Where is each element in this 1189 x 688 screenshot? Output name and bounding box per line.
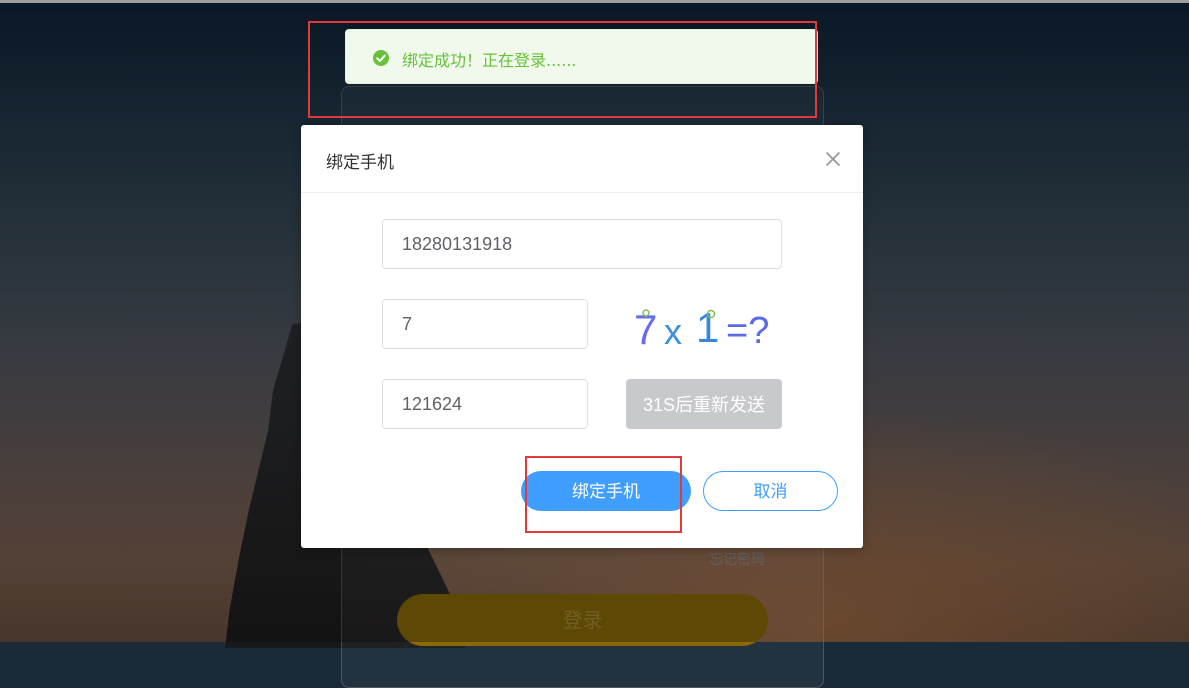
sms-code-input[interactable] — [382, 379, 588, 429]
captcha-char-7: 7 — [634, 306, 657, 353]
highlight-box-bind-button — [525, 456, 682, 533]
captcha-char-1: 1 — [696, 304, 719, 351]
phone-input[interactable] — [382, 219, 782, 269]
dialog-title: 绑定手机 — [326, 153, 394, 173]
cancel-button[interactable]: 取消 — [703, 471, 838, 511]
captcha-char-x: x — [664, 311, 682, 352]
captcha-image[interactable]: 7 x 1 =? — [634, 299, 779, 353]
dialog-divider — [301, 192, 863, 193]
resend-code-button[interactable]: 31S后重新发送 — [626, 379, 782, 429]
captcha-char-eq: =? — [726, 310, 769, 352]
highlight-box-toast — [308, 21, 817, 118]
close-icon[interactable] — [825, 151, 841, 167]
captcha-answer-input[interactable] — [382, 299, 588, 349]
